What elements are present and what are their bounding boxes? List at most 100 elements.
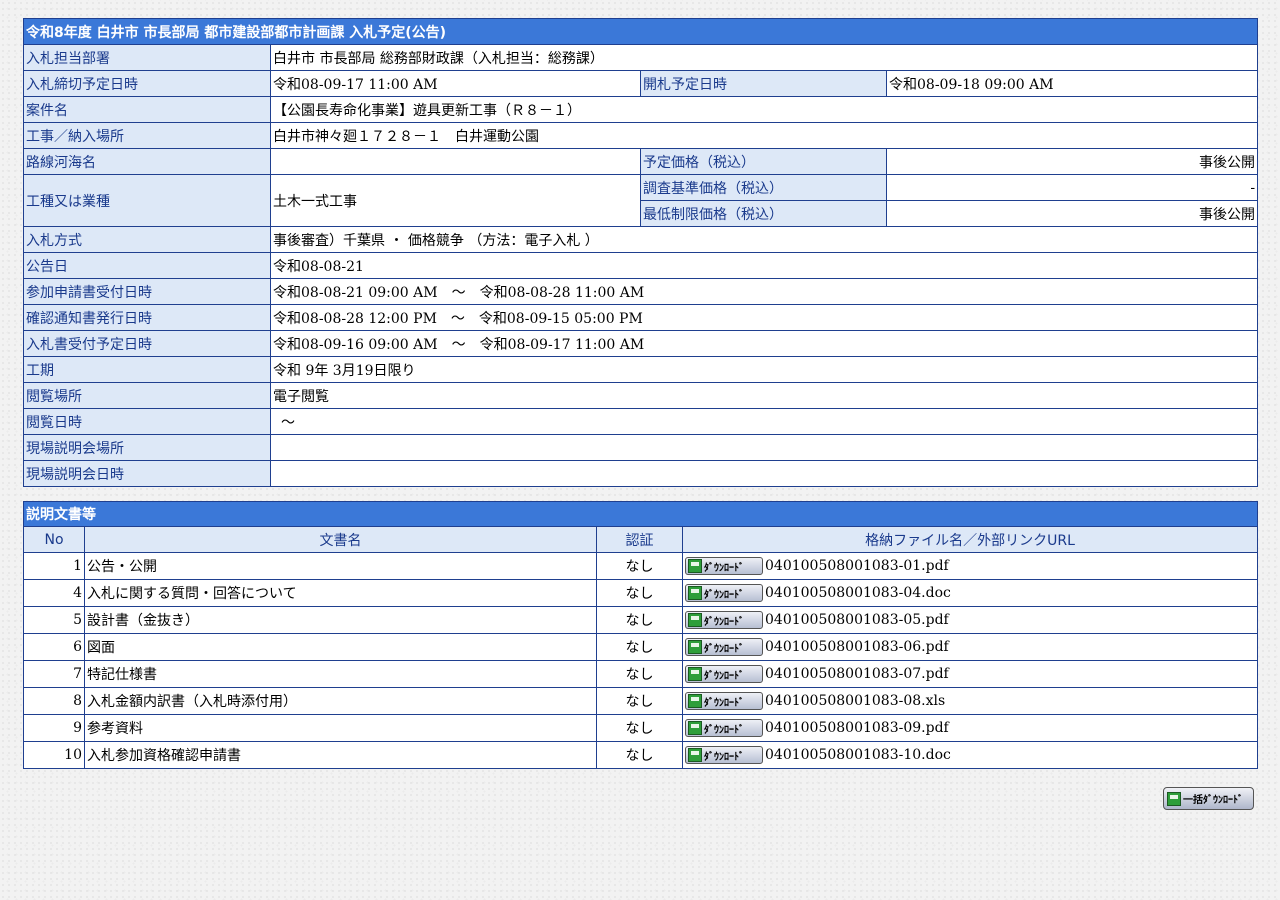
- confirm-value: 令和08-08-28 12:00 PM ～ 令和08-09-15 05:00 P…: [269, 304, 1259, 331]
- view-date-value: ～: [269, 408, 1259, 435]
- file-name-link[interactable]: 040100508001083-07.pdf: [765, 666, 949, 682]
- floppy-disk-icon: [1167, 791, 1181, 806]
- download-button[interactable]: ﾀﾞｳﾝﾛｰﾄﾞ: [685, 692, 763, 710]
- min-price-value: 事後公開: [885, 200, 1259, 227]
- download-button[interactable]: ﾀﾞｳﾝﾛｰﾄﾞ: [685, 584, 763, 602]
- doc-name: 設計書（金抜き）: [84, 606, 597, 634]
- deadline-label: 入札締切予定日時: [23, 70, 271, 97]
- apply-value: 令和08-08-21 09:00 AM ～ 令和08-08-28 11:00 A…: [269, 278, 1259, 305]
- method-label: 入札方式: [23, 226, 271, 253]
- floppy-disk-icon: [688, 586, 702, 600]
- bid-info-table: 令和8年度 白井市 市長部局 都市建設部都市計画課 入札予定(公告) 入札担当部…: [22, 18, 1259, 487]
- table-row: 1 公告・公開 なし ﾀﾞｳﾝﾛｰﾄﾞ 040100508001083-01.pdf: [23, 552, 1258, 580]
- view-place-label: 閲覧場所: [23, 382, 271, 409]
- doc-file-cell: ﾀﾞｳﾝﾛｰﾄﾞ 040100508001083-07.pdf: [682, 660, 1258, 688]
- doc-name: 特記仕様書: [84, 660, 597, 688]
- doc-cert: なし: [596, 687, 683, 715]
- floppy-disk-icon: [688, 748, 702, 762]
- floppy-disk-icon: [688, 613, 702, 627]
- col-header-cert: 認証: [596, 526, 683, 553]
- download-label: ﾀﾞｳﾝﾛｰﾄﾞ: [704, 589, 744, 601]
- doc-no: 7: [23, 660, 85, 688]
- table-row: 6 図面 なし ﾀﾞｳﾝﾛｰﾄﾞ 040100508001083-06.pdf: [23, 633, 1258, 661]
- download-button[interactable]: ﾀﾞｳﾝﾛｰﾄﾞ: [685, 638, 763, 656]
- min-price-label: 最低制限価格（税込）: [640, 200, 887, 227]
- case-value: 【公園長寿命化事業】遊具更新工事（Ｒ８－１）: [269, 96, 1259, 123]
- file-name-link[interactable]: 040100508001083-09.pdf: [765, 720, 949, 736]
- doc-name: 入札金額内訳書（入札時添付用）: [84, 687, 597, 715]
- deadline-value: 令和08-09-17 11:00 AM: [270, 70, 641, 97]
- download-button[interactable]: ﾀﾞｳﾝﾛｰﾄﾞ: [685, 611, 763, 629]
- doc-file-cell: ﾀﾞｳﾝﾛｰﾄﾞ 040100508001083-05.pdf: [682, 606, 1258, 634]
- doc-name: 入札に関する質問・回答について: [84, 579, 597, 607]
- table-row: 4 入札に関する質問・回答について なし ﾀﾞｳﾝﾛｰﾄﾞ 04010050800108…: [23, 579, 1258, 607]
- col-header-no: No: [23, 526, 85, 553]
- documents-header: 説明文書等: [23, 501, 1258, 527]
- documents-table: 説明文書等 No 文書名 認証 格納ファイル名／外部リンクURL 1 公告・公開な…: [23, 501, 1258, 769]
- col-header-file: 格納ファイル名／外部リンクURL: [682, 526, 1258, 553]
- doc-file-cell: ﾀﾞｳﾝﾛｰﾄﾞ 040100508001083-04.doc: [682, 579, 1258, 607]
- notice-label: 公告日: [23, 252, 271, 279]
- download-label: ﾀﾞｳﾝﾛｰﾄﾞ: [704, 751, 744, 763]
- survey-price-value: -: [885, 174, 1259, 201]
- doc-cert: なし: [596, 660, 683, 688]
- dept-label: 入札担当部署: [23, 44, 271, 71]
- file-name-link[interactable]: 040100508001083-08.xls: [765, 693, 945, 709]
- download-button[interactable]: ﾀﾞｳﾝﾛｰﾄﾞ: [685, 557, 763, 575]
- doc-cert: なし: [596, 633, 683, 661]
- confirm-label: 確認通知書発行日時: [23, 304, 271, 331]
- doc-no: 10: [23, 741, 85, 769]
- survey-price-label: 調査基準価格（税込）: [640, 174, 887, 201]
- file-name-link[interactable]: 040100508001083-06.pdf: [765, 639, 949, 655]
- download-label: ﾀﾞｳﾝﾛｰﾄﾞ: [704, 697, 744, 709]
- doc-name: 参考資料: [84, 714, 597, 742]
- download-label: ﾀﾞｳﾝﾛｰﾄﾞ: [704, 670, 744, 682]
- view-place-value: 電子閲覧: [269, 382, 1259, 409]
- download-button[interactable]: ﾀﾞｳﾝﾛｰﾄﾞ: [685, 719, 763, 737]
- doc-name: 公告・公開: [84, 552, 597, 580]
- download-label: ﾀﾞｳﾝﾛｰﾄﾞ: [704, 643, 744, 655]
- work-type-label: 工種又は業種: [23, 174, 271, 227]
- doc-no: 1: [23, 552, 85, 580]
- case-label: 案件名: [23, 96, 271, 123]
- file-name-link[interactable]: 040100508001083-05.pdf: [765, 612, 949, 628]
- download-label: ﾀﾞｳﾝﾛｰﾄﾞ: [704, 616, 744, 628]
- method-value: 事後審査）千葉県 ・ 価格競争 （方法：電子入札 ）: [269, 226, 1259, 253]
- doc-no: 4: [23, 579, 85, 607]
- view-date-label: 閲覧日時: [23, 408, 271, 435]
- col-header-name: 文書名: [84, 526, 597, 553]
- site-place-label: 現場説明会場所: [23, 434, 271, 461]
- floppy-disk-icon: [688, 721, 702, 735]
- place-label: 工事／納入場所: [23, 122, 271, 149]
- download-button[interactable]: ﾀﾞｳﾝﾛｰﾄﾞ: [685, 665, 763, 683]
- notice-value: 令和08-08-21: [269, 252, 1259, 279]
- place-value: 白井市神々廻１７２８－１ 白井運動公園: [269, 122, 1259, 149]
- opening-label: 開札予定日時: [640, 70, 887, 97]
- doc-cert: なし: [596, 579, 683, 607]
- file-name-link[interactable]: 040100508001083-04.doc: [765, 585, 951, 601]
- work-type-value: 土木一式工事: [270, 174, 641, 227]
- doc-file-cell: ﾀﾞｳﾝﾛｰﾄﾞ 040100508001083-10.doc: [682, 741, 1258, 769]
- bulk-download-button[interactable]: 一括ﾀﾞｳﾝﾛｰﾄﾞ: [1163, 787, 1254, 810]
- file-name-link[interactable]: 040100508001083-01.pdf: [765, 558, 949, 574]
- period-value: 令和 9年 3月19日限り: [269, 356, 1259, 383]
- bid-info-header: 令和8年度 白井市 市長部局 都市建設部都市計画課 入札予定(公告): [22, 18, 1259, 45]
- opening-value: 令和08-09-18 09:00 AM: [885, 70, 1259, 97]
- site-date-value: [269, 460, 1259, 487]
- file-name-link[interactable]: 040100508001083-10.doc: [765, 747, 951, 763]
- bid-accept-value: 令和08-09-16 09:00 AM ～ 令和08-09-17 11:00 A…: [269, 330, 1259, 357]
- floppy-disk-icon: [688, 667, 702, 681]
- planned-price-label: 予定価格（税込）: [640, 148, 887, 175]
- doc-file-cell: ﾀﾞｳﾝﾛｰﾄﾞ 040100508001083-09.pdf: [682, 714, 1258, 742]
- route-label: 路線河海名: [23, 148, 271, 175]
- period-label: 工期: [23, 356, 271, 383]
- planned-price-value: 事後公開: [885, 148, 1259, 175]
- table-row: 5 設計書（金抜き） なし ﾀﾞｳﾝﾛｰﾄﾞ 040100508001083-05.pd…: [23, 606, 1258, 634]
- download-button[interactable]: ﾀﾞｳﾝﾛｰﾄﾞ: [685, 746, 763, 764]
- doc-cert: なし: [596, 741, 683, 769]
- table-row: 9 参考資料 なし ﾀﾞｳﾝﾛｰﾄﾞ 040100508001083-09.pdf: [23, 714, 1258, 742]
- doc-file-cell: ﾀﾞｳﾝﾛｰﾄﾞ 040100508001083-08.xls: [682, 687, 1258, 715]
- bid-accept-label: 入札書受付予定日時: [23, 330, 271, 357]
- doc-file-cell: ﾀﾞｳﾝﾛｰﾄﾞ 040100508001083-01.pdf: [682, 552, 1258, 580]
- dept-value: 白井市 市長部局 総務部財政課（入札担当：総務課）: [269, 44, 1259, 71]
